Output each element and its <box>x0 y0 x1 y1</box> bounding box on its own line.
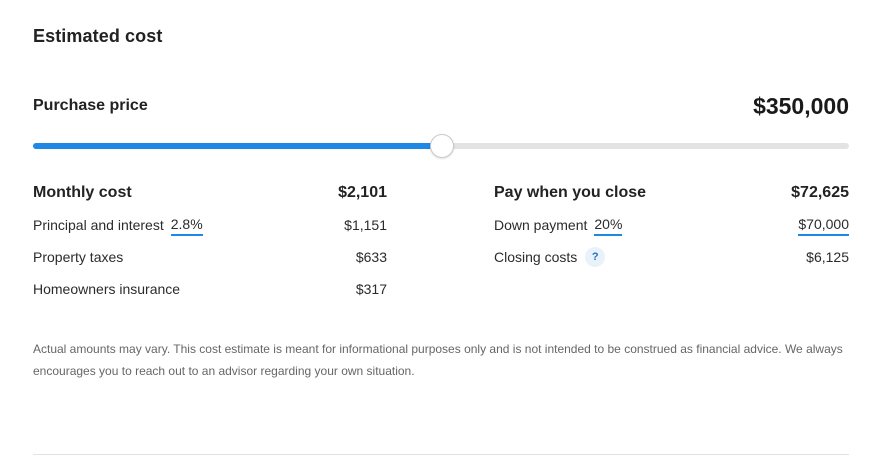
slider-thumb[interactable] <box>430 134 454 158</box>
section-title: Estimated cost <box>33 26 163 46</box>
closing-costs-row: Closing costs ? $6,125 <box>494 246 849 268</box>
down-payment-value-link[interactable]: $70,000 <box>798 215 849 236</box>
property-taxes-value: $633 <box>355 249 387 265</box>
closing-cost-title: Pay when you close <box>494 184 647 201</box>
closing-cost-header: Pay when you close $72,625 <box>494 182 849 204</box>
property-taxes-label: Property taxes <box>33 249 124 265</box>
help-icon[interactable]: ? <box>585 247 606 267</box>
monthly-cost-header: Monthly cost $2,101 <box>33 182 387 204</box>
principal-value: $1,151 <box>344 217 387 233</box>
purchase-price-slider[interactable] <box>33 134 849 158</box>
down-payment-row: Down payment 20% $70,000 <box>494 214 849 236</box>
principal-row: Principal and interest 2.8% $1,151 <box>33 214 387 236</box>
down-payment-percent-link[interactable]: 20% <box>594 215 623 236</box>
closing-cost-total: $72,625 <box>791 184 849 201</box>
insurance-value: $317 <box>355 281 387 297</box>
closing-cost-column: Pay when you close $72,625 Down payment … <box>494 182 849 268</box>
monthly-cost-total: $2,101 <box>338 184 387 201</box>
monthly-cost-title: Monthly cost <box>33 184 132 201</box>
property-taxes-row: Property taxes $633 <box>33 246 387 268</box>
down-payment-label: Down payment <box>494 217 588 233</box>
insurance-row: Homeowners insurance $317 <box>33 278 387 300</box>
bottom-divider <box>33 454 849 455</box>
closing-costs-label: Closing costs <box>494 249 578 265</box>
slider-fill <box>33 143 441 149</box>
estimated-cost-panel: Estimated cost Purchase price $350,000 M… <box>0 0 889 456</box>
disclaimer-text: Actual amounts may vary. This cost estim… <box>33 342 843 378</box>
interest-rate-link[interactable]: 2.8% <box>170 215 203 236</box>
principal-label: Principal and interest <box>33 217 164 233</box>
closing-costs-value: $6,125 <box>806 249 849 265</box>
insurance-label: Homeowners insurance <box>33 281 181 297</box>
purchase-price-label: Purchase price <box>33 97 148 114</box>
purchase-price-value: $350,000 <box>753 93 849 119</box>
monthly-cost-column: Monthly cost $2,101 Principal and intere… <box>33 182 387 300</box>
